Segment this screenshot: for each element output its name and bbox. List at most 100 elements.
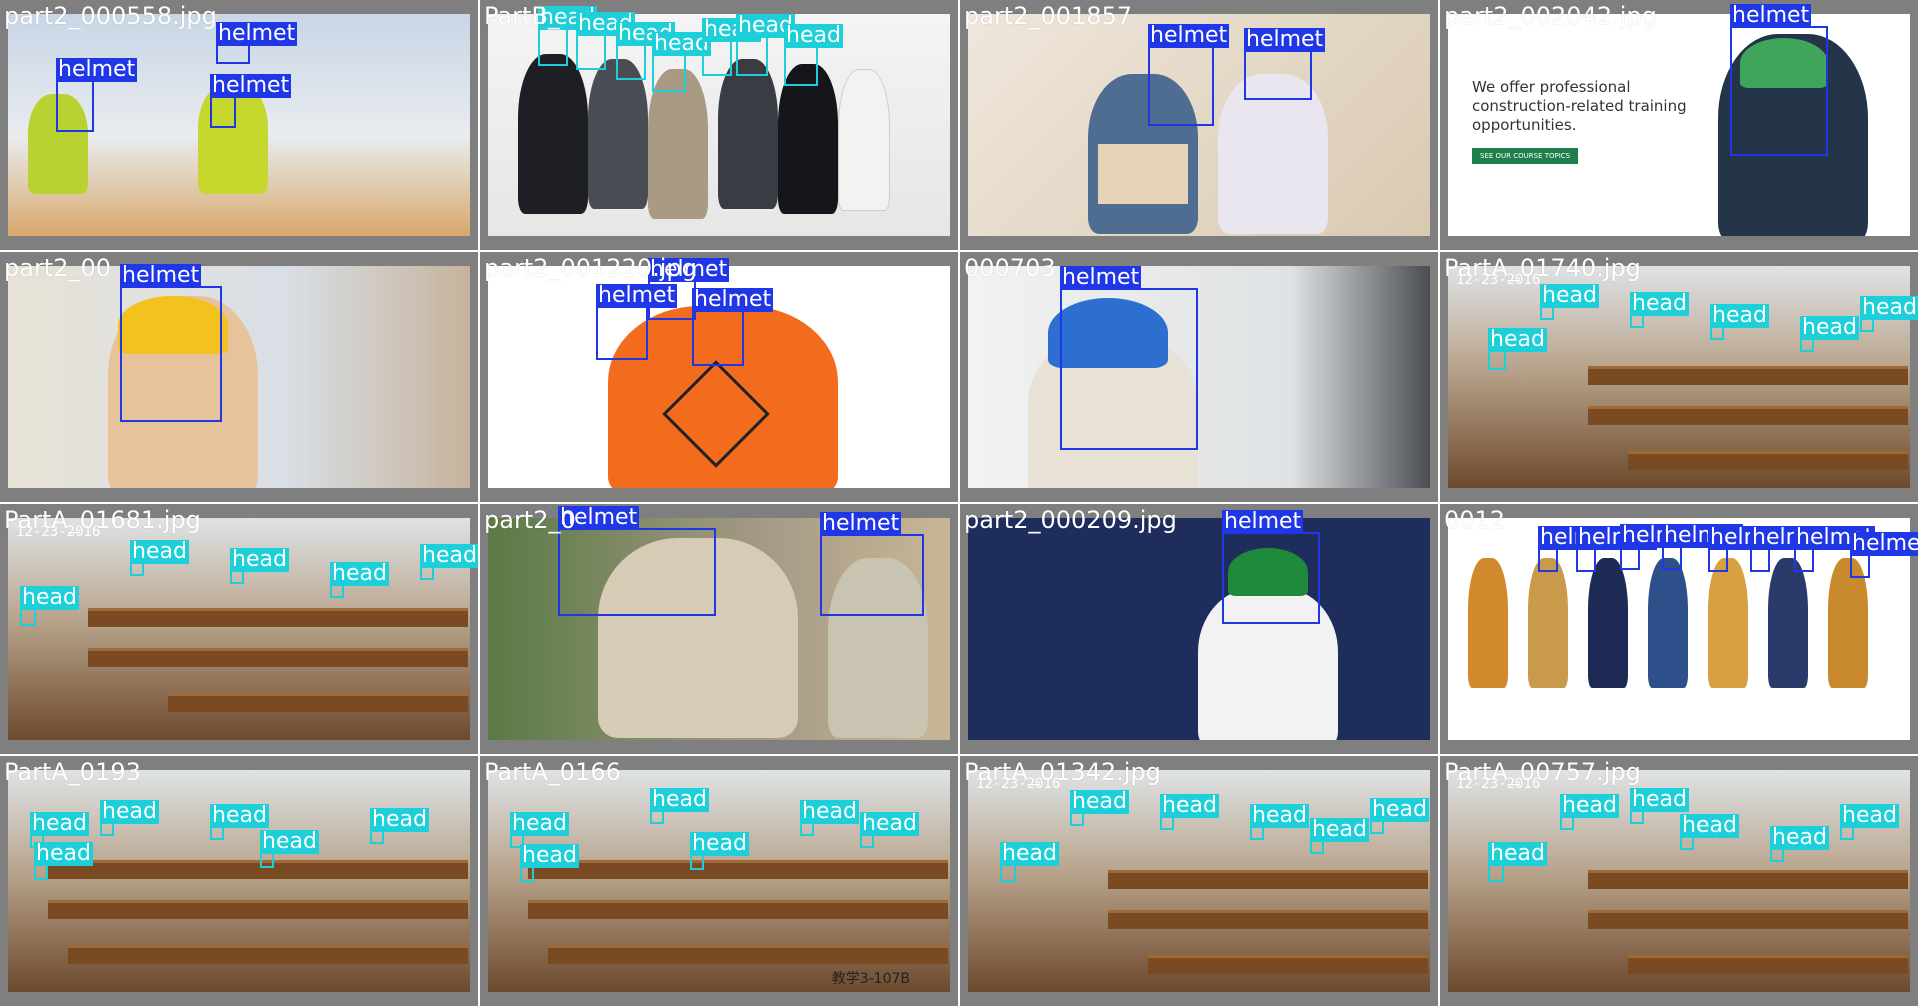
head-detection-box: head: [230, 548, 289, 584]
head-detection-box: head: [1370, 798, 1429, 834]
helmet-detection-box: helmet: [1708, 526, 1790, 572]
box-label: head: [1630, 787, 1689, 812]
tile-filename: PartA_01681.jpg: [4, 506, 201, 534]
helmet-detection-box: helmet: [1222, 510, 1320, 624]
head-detection-box: head: [370, 808, 429, 844]
tile-4: We offer professional construction-relat…: [1440, 0, 1918, 250]
tile-11: part2_000209.jpg helmet: [960, 504, 1438, 754]
head-detection-box: head: [1070, 790, 1129, 826]
tile-filename: part2_000209.jpg: [964, 506, 1177, 534]
desk-row: [1148, 955, 1428, 974]
promo-button: SEE OUR COURSE TOPICS: [1472, 148, 1579, 164]
person-figure: [518, 54, 588, 214]
tile-7: 000703 helmet: [960, 252, 1438, 502]
worker-figure: [1588, 558, 1628, 688]
head-detection-box: head: [1630, 788, 1689, 824]
head-detection-box: head: [1680, 814, 1739, 850]
head-detection-box: head: [1488, 328, 1547, 370]
box-label: helmet: [596, 283, 678, 308]
helmet-detection-box: helmet: [1662, 524, 1744, 570]
promo-text: We offer professional construction-relat…: [1472, 78, 1687, 134]
head-detection-box: head: [210, 804, 269, 840]
helmet-detection-box: helmet: [1576, 526, 1658, 572]
head-detection-box: head: [100, 800, 159, 836]
head-detection-box: head: [1800, 316, 1859, 352]
box-label: head: [230, 547, 289, 572]
tile-13: PartA_0193 head head head head head head: [0, 756, 478, 1006]
box-label: helmet: [1244, 27, 1326, 52]
tile-2: PartB_ head head head head head head hea…: [480, 0, 958, 250]
helmet-detection-box: helmet: [558, 506, 716, 616]
desk-row: [1588, 870, 1908, 889]
box-label: head: [650, 787, 709, 812]
desk-row: [1108, 910, 1428, 929]
tile-filename: part2_00: [4, 254, 112, 282]
tile-filename: 0012: [1444, 506, 1506, 534]
head-detection-box: head: [616, 22, 675, 80]
head-detection-box: head: [1630, 292, 1689, 328]
tile-16: 12-23-2016 PartA_00757.jpg head head hea…: [1440, 756, 1918, 1006]
tile-image: [8, 266, 470, 488]
helmet-detection-box: helmet: [1244, 28, 1326, 100]
tile-filename: part2_001857: [964, 2, 1133, 30]
tile-filename: PartB_: [484, 2, 560, 30]
tile-10: part2_0 helmet helmet: [480, 504, 958, 754]
head-detection-box: head: [1770, 826, 1829, 862]
tile-14: 教学3-107B PartA_0166 head head head head …: [480, 756, 958, 1006]
person-figure: [838, 69, 890, 211]
worker-figure: [1648, 558, 1688, 688]
desk-row: [1628, 955, 1908, 974]
desk-row: [168, 693, 468, 712]
head-detection-box: head: [576, 12, 635, 70]
box-label: head: [370, 807, 429, 832]
helmet-detection-box: helmet: [1750, 526, 1832, 572]
helmet-detection-box: helmet: [120, 264, 222, 422]
head-detection-box: head: [652, 32, 711, 92]
head-detection-box: head: [1250, 804, 1309, 840]
box-label: head: [1000, 841, 1059, 866]
helmet-detection-box: helmet: [692, 288, 774, 366]
box-label: helmet: [56, 57, 138, 82]
helmet-detection-box: helmet: [210, 74, 292, 128]
box-label: head: [1488, 327, 1547, 352]
helmet-detection-box: helmet: [1730, 4, 1828, 156]
box-label: head: [1860, 295, 1918, 320]
person-figure: [778, 64, 838, 214]
tile-3: part2_001857 helmet helmet: [960, 0, 1438, 250]
tile-filename: 000703: [964, 254, 1056, 282]
head-detection-box: head: [690, 832, 749, 870]
box-label: helmet: [210, 73, 292, 98]
box-label: helmet: [1850, 532, 1918, 556]
box-label: helmet: [1060, 265, 1142, 290]
tile-filename: part2_002042.jpg: [1444, 2, 1657, 30]
tile-1: part2_000558.jpg helmet helmet helmet: [0, 0, 478, 250]
box-label: head: [330, 561, 389, 586]
head-detection-box: head: [330, 562, 389, 598]
box-label: head: [1488, 841, 1547, 866]
head-detection-box: head: [650, 788, 709, 824]
detection-mosaic: part2_000558.jpg helmet helmet helmet Pa…: [0, 0, 1920, 1008]
box-label: head: [20, 585, 79, 610]
helmet-detection-box: helmet: [820, 512, 924, 616]
tile-filename: PartA_01740.jpg: [1444, 254, 1641, 282]
head-detection-box: head: [800, 800, 859, 836]
tile-image: [968, 266, 1430, 488]
head-detection-box: head: [20, 586, 79, 626]
box-label: helmet: [1730, 3, 1812, 28]
worker-figure: [1468, 558, 1508, 688]
head-detection-box: head: [702, 18, 761, 76]
desk-row: [528, 900, 948, 919]
tile-image: We offer professional construction-relat…: [1448, 14, 1910, 236]
head-detection-box: head: [538, 6, 597, 66]
desk-row: [48, 860, 468, 879]
box-label: head: [210, 803, 269, 828]
box-label: head: [520, 843, 579, 868]
helmet-detection-box: helmet: [216, 22, 298, 64]
tile-9: 12-23-2016 PartA_01681.jpg head head hea…: [0, 504, 478, 754]
box-label: head: [30, 811, 89, 836]
tile-filename: part2_001220.jpg: [484, 254, 697, 282]
room-code: 教学3-107B: [831, 971, 910, 987]
tile-12: 0012 helmet helmet helmet helmet helmet …: [1440, 504, 1918, 754]
box-label: helmet: [692, 287, 774, 312]
helmet-detection-box: helmet: [1620, 524, 1702, 570]
